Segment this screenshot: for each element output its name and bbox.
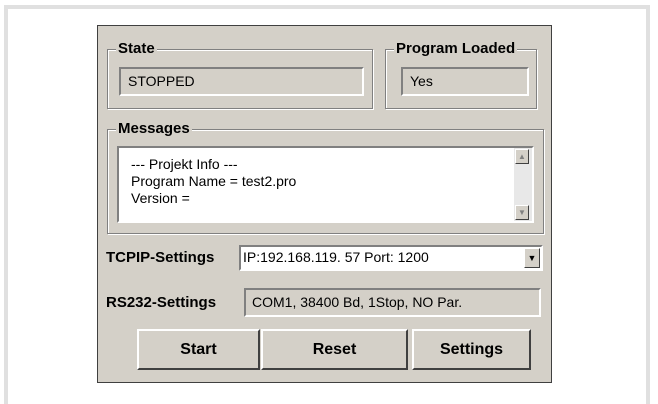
scroll-up-icon[interactable]: ▲: [515, 149, 529, 164]
reset-button[interactable]: Reset: [261, 329, 408, 370]
program-loaded-value-field: Yes: [401, 67, 529, 96]
control-panel-window: State STOPPED Program Loaded Yes Message…: [97, 25, 552, 383]
start-button[interactable]: Start: [137, 329, 260, 370]
tcpip-settings-dropdown[interactable]: IP:192.168.119. 57 Port: 1200 ▼: [239, 245, 543, 271]
program-loaded-group: Program Loaded Yes: [385, 41, 537, 109]
messages-group: Messages --- Projekt Info --- Program Na…: [107, 121, 544, 234]
chevron-down-icon[interactable]: ▼: [524, 248, 540, 268]
state-group: State STOPPED: [107, 41, 373, 109]
state-group-title: State: [116, 40, 157, 57]
state-value-field: STOPPED: [119, 67, 364, 96]
messages-scrollbar[interactable]: ▲ ▼: [514, 148, 532, 221]
messages-text: --- Projekt Info --- Program Name = test…: [131, 156, 296, 207]
message-line: --- Projekt Info ---: [131, 156, 238, 172]
tcpip-settings-value: IP:192.168.119. 57 Port: 1200: [243, 249, 429, 265]
tcpip-settings-label: TCPIP-Settings: [106, 249, 215, 266]
message-line: Version =: [131, 190, 190, 206]
scroll-down-icon[interactable]: ▼: [515, 205, 529, 220]
messages-box[interactable]: --- Projekt Info --- Program Name = test…: [117, 146, 534, 223]
program-loaded-group-title: Program Loaded: [394, 40, 518, 57]
settings-button[interactable]: Settings: [412, 329, 531, 370]
messages-group-title: Messages: [116, 120, 192, 137]
message-line: Program Name = test2.pro: [131, 173, 297, 189]
rs232-settings-field: COM1, 38400 Bd, 1Stop, NO Par.: [244, 288, 541, 317]
rs232-settings-label: RS232-Settings: [106, 294, 217, 311]
